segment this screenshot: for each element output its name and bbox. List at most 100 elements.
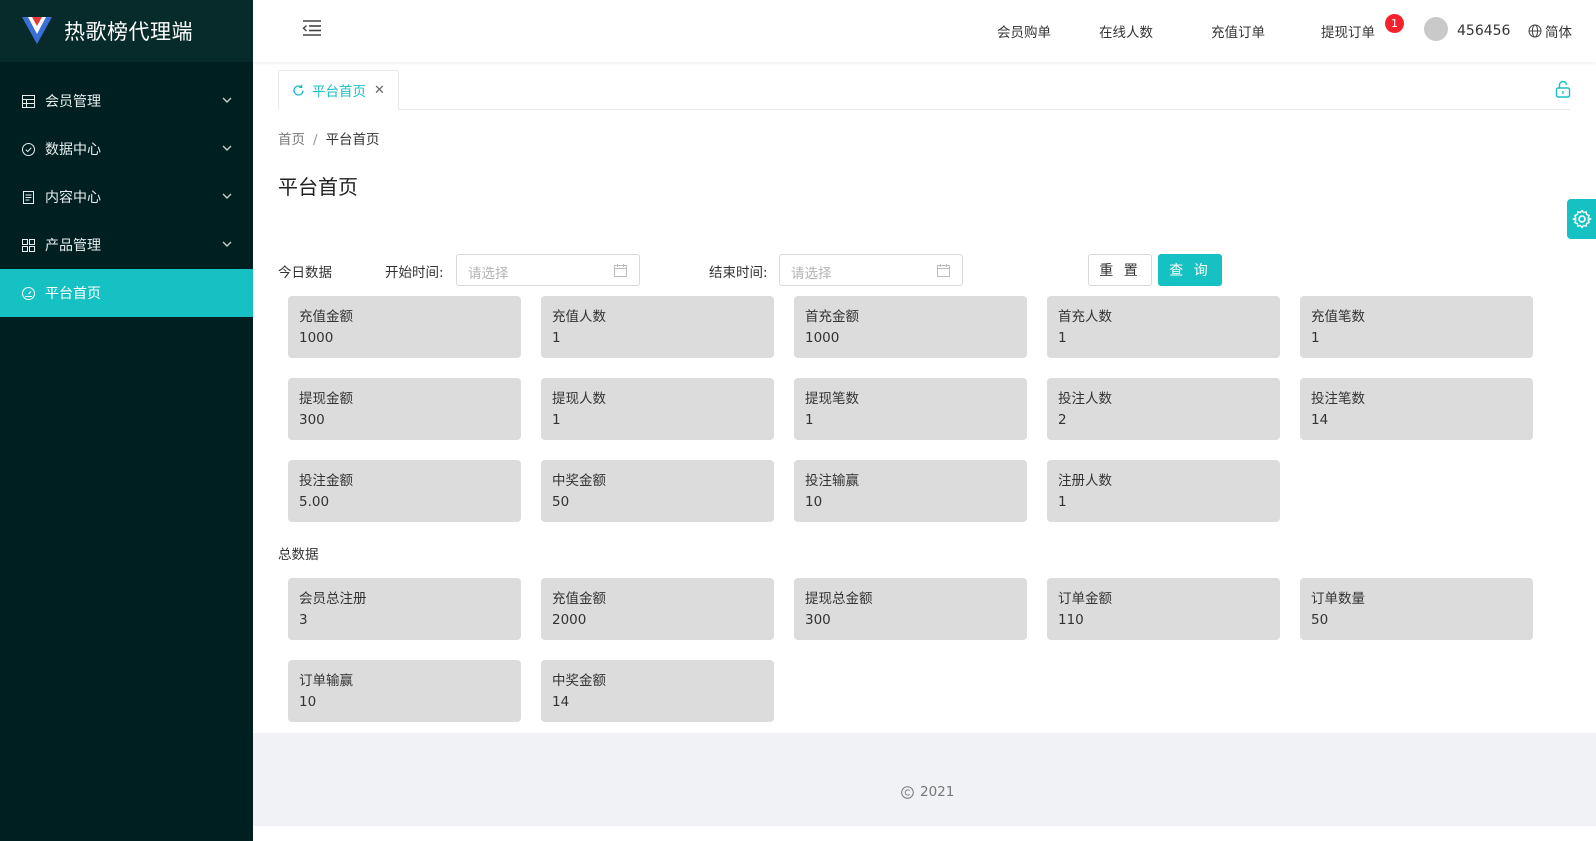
stat-label: 中奖金额 — [552, 473, 606, 489]
breadcrumb-current: 平台首页 — [325, 132, 380, 148]
withdraw-badge: 1 — [1385, 14, 1404, 33]
sidebar-item-label: 平台首页 — [45, 286, 101, 302]
stat-value: 1000 — [805, 330, 840, 346]
sidebar-item-member-management[interactable]: 会员管理 — [0, 77, 253, 125]
chevron-down-icon — [222, 241, 232, 247]
breadcrumb-separator: / — [313, 132, 318, 148]
footer: 2021 — [253, 733, 1596, 826]
stat-card: 充值金额 1000 — [288, 296, 521, 358]
stat-label: 提现人数 — [552, 391, 606, 407]
app-title: 热歌榜代理端 — [64, 20, 193, 44]
logo[interactable]: 热歌榜代理端 — [0, 0, 253, 62]
stat-card: 提现总金额 300 — [794, 578, 1027, 640]
table-icon — [21, 94, 35, 108]
stat-label: 充值金额 — [552, 591, 606, 607]
stat-label: 首充金额 — [805, 309, 859, 325]
stat-card: 中奖金额 50 — [541, 460, 774, 522]
nav-recharge-orders[interactable]: 充值订单 — [1211, 0, 1265, 62]
tab-label: 平台首页 — [312, 84, 366, 100]
chevron-down-icon — [222, 145, 232, 151]
stat-card: 充值笔数 1 — [1300, 296, 1533, 358]
calendar-icon — [614, 264, 627, 277]
sidebar-item-data-center[interactable]: 数据中心 — [0, 125, 253, 173]
tabs-bar: 平台首页 ✕ — [278, 70, 1570, 110]
sidebar-menu: 会员管理 数据中心 内容中心 产品管理 平台首页 — [0, 77, 253, 317]
language-label: 简体 — [1545, 25, 1572, 41]
unlock-icon[interactable] — [1555, 80, 1571, 98]
breadcrumb-home[interactable]: 首页 — [278, 132, 305, 148]
stat-label: 充值人数 — [552, 309, 606, 325]
sidebar-item-label: 内容中心 — [45, 190, 101, 206]
refresh-icon[interactable] — [292, 84, 305, 97]
stat-label: 订单输赢 — [299, 673, 353, 689]
stat-label: 首充人数 — [1058, 309, 1112, 325]
sidebar-item-platform-home[interactable]: 平台首页 — [0, 269, 253, 317]
sidebar-item-label: 产品管理 — [45, 238, 101, 254]
nav-member-orders[interactable]: 会员购单 — [997, 0, 1051, 62]
avatar[interactable] — [1424, 17, 1448, 41]
document-icon — [21, 190, 35, 204]
grid-icon — [21, 238, 35, 252]
stat-value: 14 — [552, 694, 570, 710]
tab-platform-home[interactable]: 平台首页 ✕ — [278, 70, 399, 110]
nav-online-count[interactable]: 在线人数 — [1099, 0, 1153, 62]
sidebar-item-content-center[interactable]: 内容中心 — [0, 173, 253, 221]
sidebar: 热歌榜代理端 会员管理 数据中心 内容中心 产品管理 平台首页 — [0, 0, 253, 841]
nav-withdraw-orders[interactable]: 提现订单 — [1321, 0, 1375, 62]
settings-button[interactable] — [1567, 199, 1596, 239]
stat-value: 1 — [1311, 330, 1320, 346]
stat-label: 投注笔数 — [1311, 391, 1365, 407]
stat-card: 订单数量 50 — [1300, 578, 1533, 640]
stat-card: 投注金额 5.00 — [288, 460, 521, 522]
copyright-icon — [901, 785, 914, 799]
stat-label: 充值金额 — [299, 309, 353, 325]
stat-label: 订单金额 — [1058, 591, 1112, 607]
end-time-picker[interactable]: 请选择 — [779, 254, 963, 286]
stat-card: 充值金额 2000 — [541, 578, 774, 640]
stat-card: 投注人数 2 — [1047, 378, 1280, 440]
stat-value: 50 — [1311, 612, 1329, 628]
username[interactable]: 456456 — [1457, 0, 1510, 62]
stat-value: 3 — [299, 612, 308, 628]
stat-card: 中奖金额 14 — [541, 660, 774, 722]
calendar-icon — [937, 264, 950, 277]
menu-fold-icon[interactable] — [302, 19, 322, 37]
globe-icon — [1528, 24, 1542, 38]
copyright: 2021 — [901, 784, 954, 800]
stat-value: 1 — [552, 330, 561, 346]
start-time-label: 开始时间: — [385, 265, 444, 281]
stat-label: 会员总注册 — [299, 591, 367, 607]
stat-card: 首充金额 1000 — [794, 296, 1027, 358]
end-time-label: 结束时间: — [709, 265, 768, 281]
stat-label: 注册人数 — [1058, 473, 1112, 489]
stat-label: 投注金额 — [299, 473, 353, 489]
close-icon[interactable]: ✕ — [374, 83, 385, 98]
stat-card: 订单输赢 10 — [288, 660, 521, 722]
stat-value: 300 — [805, 612, 831, 628]
stat-value: 1 — [1058, 330, 1067, 346]
sidebar-item-product-management[interactable]: 产品管理 — [0, 221, 253, 269]
query-button[interactable]: 查 询 — [1158, 254, 1222, 286]
stat-label: 中奖金额 — [552, 673, 606, 689]
start-time-picker[interactable]: 请选择 — [456, 254, 640, 286]
stat-value: 10 — [299, 694, 317, 710]
today-data-label: 今日数据 — [278, 265, 332, 281]
language-switch[interactable]: 简体 — [1528, 0, 1572, 62]
reset-button[interactable]: 重 置 — [1088, 254, 1152, 286]
sidebar-item-label: 数据中心 — [45, 142, 101, 158]
stat-card: 提现金额 300 — [288, 378, 521, 440]
total-data-label: 总数据 — [278, 547, 319, 563]
stat-value: 1 — [552, 412, 561, 428]
breadcrumb: 首页 / 平台首页 — [278, 128, 380, 148]
stat-label: 订单数量 — [1311, 591, 1365, 607]
copyright-year: 2021 — [920, 784, 955, 800]
stat-card: 投注输赢 10 — [794, 460, 1027, 522]
stat-card: 会员总注册 3 — [288, 578, 521, 640]
dashboard-icon — [21, 286, 35, 300]
page-title: 平台首页 — [278, 175, 358, 199]
stat-label: 提现金额 — [299, 391, 353, 407]
stat-value: 1 — [1058, 494, 1067, 510]
chevron-down-icon — [222, 193, 232, 199]
stat-card: 首充人数 1 — [1047, 296, 1280, 358]
stat-value: 5.00 — [299, 494, 330, 510]
